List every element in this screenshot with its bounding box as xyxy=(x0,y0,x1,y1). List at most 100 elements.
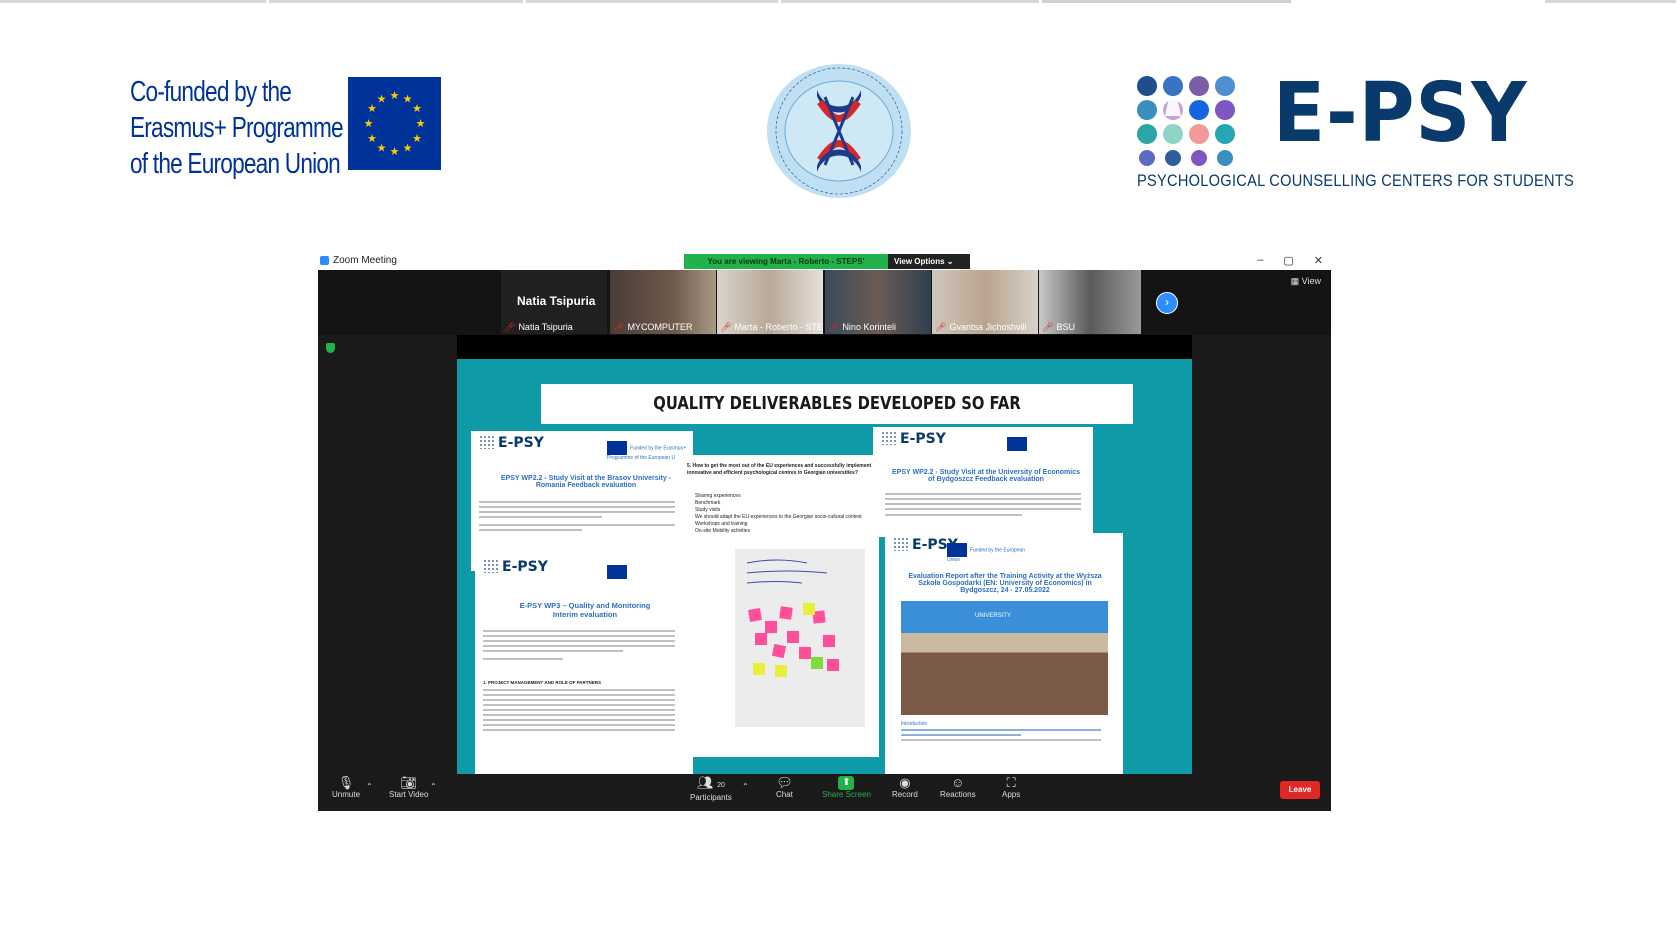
video-off-icon: 📷︎ xyxy=(400,775,417,790)
participant-tile[interactable]: 🎤︎ Gvantsa Jichoshvili xyxy=(932,270,1038,334)
top-bar-segment xyxy=(0,0,266,3)
apps-label: Apps xyxy=(1002,790,1021,799)
participants-button[interactable]: 👥︎ 20 Participants xyxy=(690,775,732,803)
doc-text-lines xyxy=(885,493,1081,519)
reactions-button[interactable]: ☺ Reactions xyxy=(940,775,976,800)
doc-logo: E-PSY xyxy=(479,435,544,451)
eu-logo-line: Co-funded by the xyxy=(130,76,292,108)
close-button[interactable]: ✕ xyxy=(1314,254,1323,267)
reactions-icon: ☺ xyxy=(951,775,965,790)
participants-label: Participants xyxy=(690,793,732,802)
svg-text:★: ★ xyxy=(403,93,413,106)
leave-button[interactable]: Leave xyxy=(1280,781,1320,799)
view-label: View xyxy=(1301,276,1321,286)
university-seal-icon xyxy=(767,64,911,198)
next-participants-icon[interactable]: › xyxy=(1156,292,1178,314)
meeting-controls: 🎙︎ Unmute ⌃ 📷︎ Start Video ⌃ 👥︎ 20 Particip… xyxy=(318,774,1331,811)
muted-mic-icon: 🎙︎ xyxy=(337,775,355,790)
zoom-app-title: Zoom Meeting xyxy=(320,255,397,266)
participant-tile[interactable]: 🎤︎ Nino Korinteli xyxy=(825,270,931,334)
bullet-item: We should adapt the EU experiences to th… xyxy=(695,514,862,520)
top-progress-bar xyxy=(0,0,1679,3)
svg-text:★: ★ xyxy=(403,142,413,155)
question-text: 5. How to get the most out of the EU exp… xyxy=(687,463,872,476)
bullet-item: On-site Mobility activities xyxy=(695,528,751,534)
doc-title: EPSY WP2.2 - Study Visit at the Brasov U… xyxy=(500,475,672,489)
view-options-button[interactable]: View Options ⌄ xyxy=(888,254,970,269)
top-bar-segment xyxy=(268,0,524,3)
zoom-title-bar: Zoom Meeting You are viewing Marta - Rob… xyxy=(318,253,1331,281)
share-screen-icon: ⬆ xyxy=(838,776,855,790)
doc-title: E-PSY WP3 – Quality and Monitoring Inter… xyxy=(519,601,651,619)
record-label: Record xyxy=(892,790,918,799)
view-button[interactable]: ▦ View xyxy=(1291,276,1321,287)
top-bar-segment xyxy=(1545,0,1676,3)
bullet-item: Workshops and training xyxy=(695,521,748,527)
participants-icon: 👥︎ 20 xyxy=(696,775,725,790)
reactions-label: Reactions xyxy=(940,790,976,799)
doc-text-lines xyxy=(901,729,1101,744)
bullet-item: Sharing experiences xyxy=(695,493,741,499)
svg-text:★: ★ xyxy=(377,142,387,155)
shared-slide: QUALITY DELIVERABLES DEVELOPED SO FAR E-… xyxy=(457,359,1192,774)
top-bar-segment xyxy=(1041,0,1292,3)
doc-text-lines xyxy=(483,630,683,663)
doc-logo-text: E-PSY xyxy=(498,435,544,451)
svg-text:★: ★ xyxy=(416,117,426,130)
svg-text:★: ★ xyxy=(390,145,400,158)
chat-button[interactable]: 💬︎ Chat xyxy=(776,775,793,800)
security-shield-icon xyxy=(326,343,335,353)
window-title: Zoom Meeting xyxy=(333,255,397,266)
participant-label: Gvantsa Jichoshvili xyxy=(949,322,1027,332)
slide-title: QUALITY DELIVERABLES DEVELOPED SO FAR xyxy=(653,393,1021,414)
deliverable-doc: E-PSY EPSY WP2.2 - Study Visit at the Un… xyxy=(873,427,1093,537)
apps-button[interactable]: ⛶ Apps xyxy=(1002,776,1021,800)
svg-text:★: ★ xyxy=(412,132,422,145)
svg-text:★: ★ xyxy=(367,102,377,115)
participant-tile[interactable]: 🎤︎ BSU xyxy=(1039,270,1141,334)
svg-text:★: ★ xyxy=(367,132,377,145)
start-video-button[interactable]: 📷︎ Start Video xyxy=(389,775,429,800)
unmute-button[interactable]: 🎙︎ Unmute xyxy=(332,775,360,800)
top-bar-segment xyxy=(1294,0,1543,3)
funded-by-label: Funded by the European Union xyxy=(947,543,1027,563)
deliverable-doc: E-PSY Funded by the European Union Evalu… xyxy=(885,533,1123,774)
share-screen-button[interactable]: ⬆ Share Screen xyxy=(822,776,871,799)
deliverable-doc: E-PSY E-PSY WP3 – Quality and Monitoring… xyxy=(475,555,693,774)
participant-tile[interactable]: 🎤︎Marta - Roberto - STEPS xyxy=(717,270,823,334)
start-video-label: Start Video xyxy=(389,790,429,799)
record-icon: ◉ xyxy=(899,775,911,790)
intro-label: Introduction xyxy=(901,721,928,727)
chat-icon: 💬︎ xyxy=(776,775,793,790)
audio-options-chevron-icon[interactable]: ⌃ xyxy=(366,782,373,791)
section-heading: 1. PROJECT MANAGEMENT AND ROLE OF PARTNE… xyxy=(483,680,602,685)
participant-tile[interactable]: 🎤︎ MYCOMPUTER xyxy=(610,270,716,334)
video-options-chevron-icon[interactable]: ⌃ xyxy=(430,782,437,791)
doc-logo: E-PSY xyxy=(881,431,946,447)
participants-chevron-icon[interactable]: ⌃ xyxy=(742,782,749,791)
eu-cofunded-logo: Co-funded by the Erasmus+ Programme of t… xyxy=(130,70,450,180)
record-button[interactable]: ◉ Record xyxy=(892,775,918,800)
doc-logo-text: E-PSY xyxy=(900,431,946,447)
participant-label: MYCOMPUTER xyxy=(627,322,693,332)
doc-logo: E-PSY xyxy=(483,559,548,575)
group-photo: UNIVERSITY xyxy=(901,601,1108,715)
epsy-dots-icon xyxy=(1137,76,1235,166)
minimize-button[interactable]: – xyxy=(1257,254,1263,267)
doc-text-lines xyxy=(483,689,683,734)
svg-text:★: ★ xyxy=(377,93,387,106)
maximize-button[interactable]: ▢ xyxy=(1283,254,1293,267)
photo-sign: UNIVERSITY xyxy=(975,613,1012,619)
participant-tile[interactable]: Natia Tsipuria 🎤︎ Natia Tsipuria xyxy=(501,270,607,334)
funded-by-label xyxy=(1007,437,1087,453)
mic-muted-icon: 🎤︎ xyxy=(504,322,516,332)
eu-logo-text: Co-funded by the Erasmus+ Programme of t… xyxy=(130,74,344,182)
share-screen-label: Share Screen xyxy=(822,790,871,799)
mic-muted-icon: 🎤︎ xyxy=(720,322,732,332)
participant-display-name: Natia Tsipuria xyxy=(517,294,596,308)
sticky-notes-board xyxy=(735,549,865,727)
slide-title-box: QUALITY DELIVERABLES DEVELOPED SO FAR xyxy=(541,384,1133,424)
zoom-window: Zoom Meeting You are viewing Marta - Rob… xyxy=(318,253,1331,811)
mic-muted-icon: 🎤︎ xyxy=(1042,322,1054,332)
participant-label: Nino Korinteli xyxy=(842,322,896,332)
